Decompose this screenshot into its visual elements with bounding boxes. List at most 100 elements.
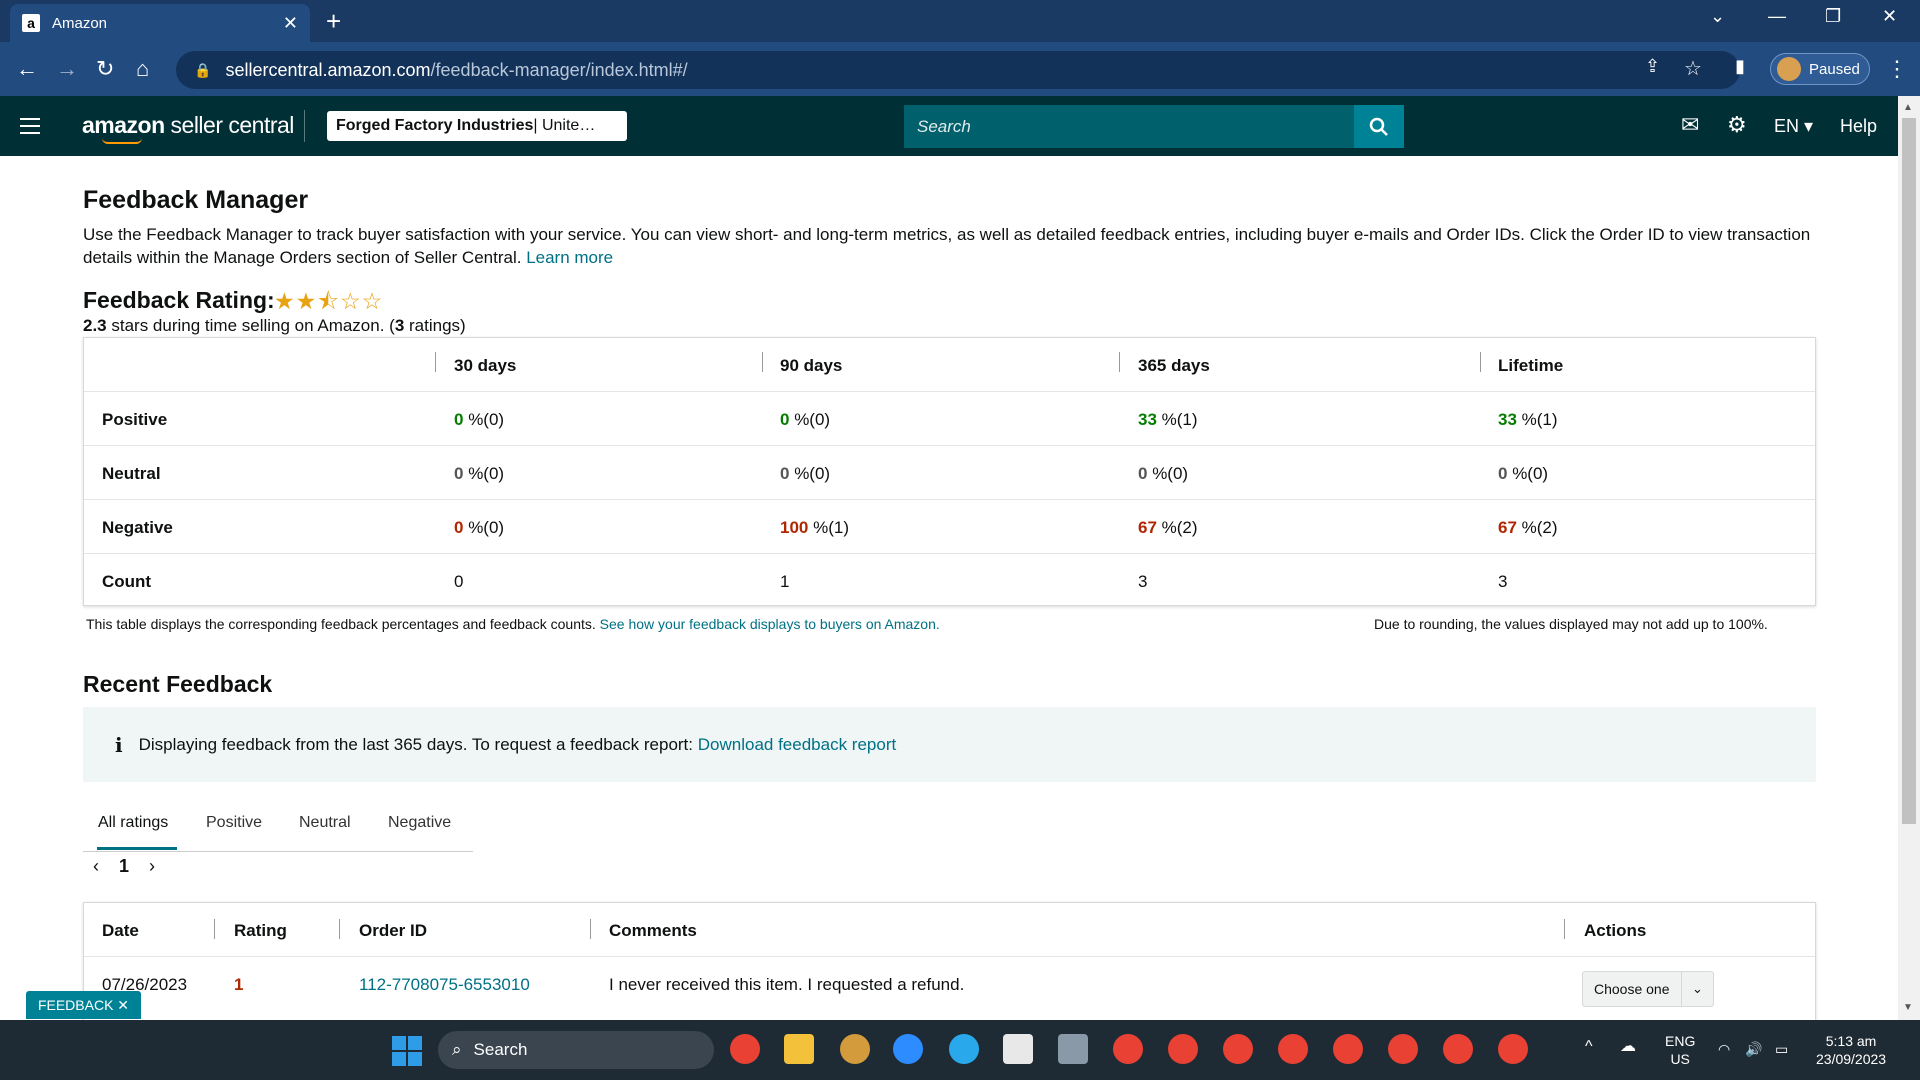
tab-positive[interactable]: Positive (206, 814, 262, 832)
bookmark-star-icon[interactable]: ☆ (1684, 56, 1702, 81)
app-icon[interactable] (840, 1034, 870, 1064)
col-order-id[interactable]: Order ID (359, 921, 427, 941)
onedrive-icon[interactable]: ☁ (1620, 1038, 1636, 1056)
reload-icon[interactable]: ↻ (96, 56, 114, 82)
scroll-up-icon[interactable]: ▲ (1903, 102, 1913, 113)
scroll-down-icon[interactable]: ▼ (1903, 1002, 1913, 1013)
home-icon[interactable]: ⌂ (136, 56, 149, 82)
col-30-days: 30 days (454, 356, 517, 375)
chrome-profile-icon[interactable] (1443, 1034, 1473, 1064)
amazon-favicon-icon: a (22, 14, 40, 32)
side-panel-icon[interactable]: ▮ (1735, 56, 1745, 77)
actions-dropdown[interactable]: Choose one ⌄ (1582, 971, 1714, 1007)
page-scrollbar[interactable]: ▲ ▼ (1898, 96, 1920, 1020)
chrome-profile-icon[interactable] (1168, 1034, 1198, 1064)
feedback-display-link[interactable]: See how your feedback displays to buyers… (600, 616, 940, 632)
minimize-icon[interactable]: — (1768, 6, 1786, 27)
close-window-icon[interactable]: ✕ (1882, 6, 1897, 27)
feedback-header-row: Date Rating Order ID Comments Actions (84, 903, 1815, 957)
battery-icon[interactable]: ▭ (1775, 1040, 1788, 1058)
table-row: 07/26/2023 1 112-7708075-6553010 I never… (84, 957, 1815, 1017)
search-input[interactable]: Search (904, 105, 1354, 148)
help-link[interactable]: Help (1840, 116, 1877, 137)
wifi-icon[interactable]: ◠ (1718, 1040, 1730, 1058)
tab-all-ratings[interactable]: All ratings (98, 814, 168, 832)
chevron-left-icon[interactable]: ‹ (93, 856, 99, 877)
metrics-row-positive: Positive 0 %(0) 0 %(0) 33 %(1) 33 %(1) (84, 391, 1815, 445)
scrollbar-thumb[interactable] (1902, 118, 1916, 824)
metrics-row-count: Count 0 1 3 3 (84, 553, 1815, 607)
url-bar[interactable]: 🔒 sellercentral.amazon.com/feedback-mana… (176, 51, 1740, 89)
windows-start-icon[interactable] (392, 1036, 422, 1066)
page-title: Feedback Manager (83, 186, 309, 214)
page-number[interactable]: 1 (119, 856, 129, 877)
browser-menu-icon[interactable]: ⋮ (1886, 56, 1908, 82)
hamburger-menu-icon[interactable] (20, 118, 40, 139)
chrome-profile-icon[interactable] (1498, 1034, 1528, 1064)
share-icon[interactable]: ⇪ (1645, 56, 1660, 77)
col-lifetime: Lifetime (1498, 356, 1564, 375)
chrome-profile-icon[interactable] (1388, 1034, 1418, 1064)
learn-more-link[interactable]: Learn more (526, 248, 613, 267)
search-icon (1369, 117, 1388, 136)
rounding-note: Due to rounding, the values displayed ma… (1374, 616, 1768, 632)
order-id-link[interactable]: 112-7708075-6553010 (359, 975, 530, 995)
store-selector[interactable]: Forged Factory Industries | Unite… (327, 111, 627, 141)
chrome-profile-icon[interactable] (1223, 1034, 1253, 1064)
intro-text: Use the Feedback Manager to track buyer … (83, 225, 1811, 267)
taskbar-search[interactable]: ⌕ Search (438, 1031, 714, 1069)
language-indicator[interactable]: ENG US (1665, 1032, 1695, 1068)
back-icon[interactable]: ← (16, 56, 38, 82)
file-explorer-icon[interactable] (784, 1034, 814, 1064)
calculator-icon[interactable] (1058, 1034, 1088, 1064)
avatar (1777, 57, 1801, 81)
profile-status: Paused (1809, 60, 1860, 78)
chevron-down-icon[interactable]: ⌄ (1681, 972, 1713, 1006)
clock[interactable]: 5:13 am 23/09/2023 (1816, 1032, 1886, 1068)
browser-tab[interactable]: a Amazon ✕ (10, 4, 310, 42)
seller-central-logo[interactable]: amazon seller central (82, 112, 294, 144)
search-button[interactable] (1354, 105, 1404, 148)
store-name: Forged Factory Industries (336, 117, 534, 134)
feedback-metrics-table: 30 days 90 days 365 days Lifetime Positi… (83, 337, 1816, 606)
telegram-icon[interactable] (949, 1034, 979, 1064)
lock-icon: 🔒 (194, 61, 212, 78)
chevron-right-icon[interactable]: › (149, 856, 155, 877)
tab-search-icon[interactable]: ⌄ (1710, 6, 1725, 27)
url-host: sellercentral.amazon.com (225, 59, 431, 80)
col-actions: Actions (1584, 921, 1647, 940)
zoom-icon[interactable] (893, 1034, 923, 1064)
recent-feedback-table: Date Rating Order ID Comments Actions 07… (83, 902, 1816, 1032)
chevron-up-icon[interactable]: ^ (1585, 1038, 1593, 1056)
rating-tabs: All ratings Positive Neutral Negative (83, 800, 473, 852)
gear-icon[interactable]: ⚙ (1727, 112, 1747, 138)
chrome-profile-icon[interactable] (1333, 1034, 1363, 1064)
restore-icon[interactable]: ❐ (1825, 6, 1841, 27)
col-rating[interactable]: Rating (234, 921, 287, 941)
chrome-profile-icon[interactable] (1278, 1034, 1308, 1064)
speaker-icon[interactable]: 🔊 (1745, 1040, 1762, 1058)
info-icon: i (115, 732, 123, 757)
snipping-tool-icon[interactable] (1003, 1034, 1033, 1064)
new-tab-icon[interactable]: + (326, 6, 341, 37)
feedback-widget-button[interactable]: FEEDBACK ✕ (26, 991, 141, 1019)
metrics-header-row: 30 days 90 days 365 days Lifetime (84, 338, 1815, 391)
recent-feedback-title: Recent Feedback (83, 671, 273, 697)
col-date[interactable]: Date (102, 921, 139, 941)
forward-icon[interactable]: → (56, 56, 78, 82)
chrome-icon[interactable] (730, 1034, 760, 1064)
feedback-rating-title: Feedback Rating: (83, 287, 275, 313)
store-region: | Unite… (533, 117, 596, 134)
language-selector[interactable]: EN ▾ (1774, 116, 1813, 137)
search-icon: ⌕ (452, 1040, 462, 1059)
col-90-days: 90 days (780, 356, 843, 375)
profile-button[interactable]: Paused (1770, 53, 1870, 85)
pagination: ‹ 1 › (93, 856, 155, 877)
chrome-profile-icon[interactable] (1113, 1034, 1143, 1064)
col-comments[interactable]: Comments (609, 921, 697, 941)
close-tab-icon[interactable]: ✕ (283, 13, 298, 34)
tab-negative[interactable]: Negative (388, 814, 451, 832)
tab-neutral[interactable]: Neutral (299, 814, 351, 832)
download-report-link[interactable]: Download feedback report (698, 735, 896, 755)
mail-icon[interactable]: ✉ (1681, 112, 1699, 138)
